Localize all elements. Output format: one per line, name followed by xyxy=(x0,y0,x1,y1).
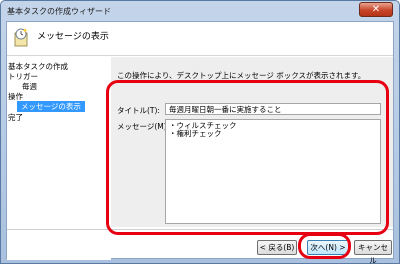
sidebar-item-show-message[interactable]: メッセージの表示 xyxy=(17,101,85,112)
window-title: 基本タスクの作成ウィザード xyxy=(7,7,111,16)
close-icon: ✕ xyxy=(371,4,381,15)
cancel-button[interactable]: キャンセル xyxy=(354,240,392,264)
wizard-header: メッセージの表示 xyxy=(7,22,393,56)
next-button-highlight-annotation xyxy=(298,233,351,259)
back-button[interactable]: < 戻る(B) xyxy=(257,240,297,255)
title-bar[interactable]: 基本タスクの作成ウィザード ✕ xyxy=(1,1,399,21)
form-highlight-annotation xyxy=(106,80,389,235)
task-clock-icon xyxy=(14,28,28,47)
page-title: メッセージの表示 xyxy=(37,32,109,42)
sidebar-item-weekly[interactable]: 毎週 xyxy=(22,81,37,92)
close-button[interactable]: ✕ xyxy=(359,2,393,17)
sidebar-item-finish[interactable]: 完了 xyxy=(8,112,23,123)
